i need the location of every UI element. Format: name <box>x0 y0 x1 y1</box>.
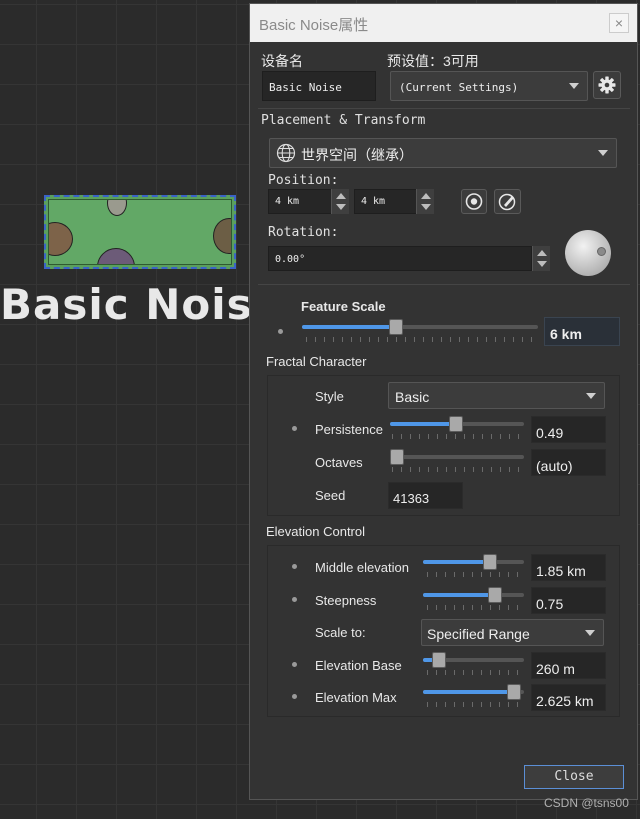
rotation-spinner[interactable] <box>532 246 550 271</box>
slider-track <box>390 455 524 459</box>
persistence-bullet <box>292 426 297 431</box>
style-dropdown[interactable]: Basic <box>388 382 605 409</box>
spin-up-icon[interactable] <box>421 193 431 199</box>
octaves-label: Octaves <box>315 455 363 470</box>
slider-thumb[interactable] <box>390 449 404 465</box>
spin-down-icon[interactable] <box>336 204 346 210</box>
slider-fill <box>423 560 490 564</box>
feature-scale-label: Feature Scale <box>301 299 386 314</box>
middle-elevation-bullet <box>292 564 297 569</box>
slider-ticks <box>392 434 522 439</box>
slider-fill <box>390 422 456 426</box>
elevation-base-bullet <box>292 662 297 667</box>
slider-thumb[interactable] <box>389 319 403 335</box>
target-icon <box>465 193 483 210</box>
scale-to-label: Scale to: <box>315 625 366 640</box>
node-thumbnail <box>48 199 232 265</box>
spin-down-icon[interactable] <box>421 204 431 210</box>
slider-ticks <box>306 337 534 342</box>
space-dropdown-value: 世界空间（继承） <box>301 147 413 163</box>
slider-fill <box>302 325 396 329</box>
position-y-spinner[interactable] <box>416 189 434 214</box>
slider-ticks <box>427 670 523 675</box>
slider-thumb[interactable] <box>483 554 497 570</box>
rotation-dial[interactable] <box>565 230 611 276</box>
preset-dropdown-value: (Current Settings) <box>399 81 519 94</box>
device-name-input[interactable]: Basic Noise <box>262 71 376 101</box>
gear-icon <box>598 76 616 94</box>
octaves-value[interactable]: (auto) <box>531 449 606 476</box>
rotation-label: Rotation: <box>268 225 339 240</box>
style-label: Style <box>315 389 344 404</box>
close-icon[interactable]: × <box>609 13 629 33</box>
steepness-label: Steepness <box>315 593 377 608</box>
elevation-base-value[interactable]: 260 m <box>531 652 606 679</box>
seed-input[interactable]: 41363 <box>388 482 463 509</box>
slider-thumb[interactable] <box>432 652 446 668</box>
middle-elevation-label: Middle elevation <box>315 560 409 575</box>
steepness-value[interactable]: 0.75 <box>531 587 606 614</box>
persistence-value[interactable]: 0.49 <box>531 416 606 443</box>
feature-scale-slider[interactable] <box>302 317 538 343</box>
space-dropdown[interactable]: 世界空间（继承） <box>269 138 617 168</box>
slider-ticks <box>427 702 523 707</box>
octaves-slider[interactable] <box>390 447 524 473</box>
middle-elevation-value[interactable]: 1.85 km <box>531 554 606 581</box>
chevron-down-icon <box>569 83 579 89</box>
style-dropdown-value: Basic <box>395 389 430 405</box>
preset-label: 预设值：3可用 <box>387 53 479 69</box>
elevation-max-bullet <box>292 694 297 699</box>
chevron-down-icon <box>585 629 595 636</box>
chevron-down-icon <box>586 392 596 399</box>
edit-pen-icon <box>498 193 516 211</box>
slider-ticks <box>427 572 523 577</box>
spin-down-icon[interactable] <box>537 261 547 267</box>
slider-fill <box>423 593 495 597</box>
persistence-slider[interactable] <box>390 414 524 440</box>
globe-icon <box>276 143 296 163</box>
feature-scale-input[interactable]: 6 km <box>544 317 620 346</box>
fractal-character-header: Fractal Character <box>266 354 367 369</box>
slider-thumb[interactable] <box>507 684 521 700</box>
slider-fill <box>423 690 514 694</box>
elevation-base-slider[interactable] <box>423 650 524 676</box>
basic-noise-node[interactable] <box>44 195 236 269</box>
elevation-control-header: Elevation Control <box>266 524 365 539</box>
watermark: CSDN @tsns00 <box>544 796 629 810</box>
dialog-titlebar[interactable]: Basic Noise属性 × <box>250 4 637 42</box>
rotation-input[interactable]: 0.00° <box>268 246 532 271</box>
spin-up-icon[interactable] <box>537 250 547 256</box>
elevation-max-slider[interactable] <box>423 682 524 708</box>
placement-transform-header: Placement & Transform <box>261 113 426 128</box>
rotation-dial-handle[interactable] <box>597 247 606 256</box>
pick-position-button[interactable] <box>461 189 487 214</box>
slider-thumb[interactable] <box>488 587 502 603</box>
steepness-slider[interactable] <box>423 585 524 611</box>
elevation-max-value[interactable]: 2.625 km <box>531 684 606 711</box>
elevation-base-label: Elevation Base <box>315 658 402 673</box>
position-label: Position: <box>268 173 339 188</box>
slider-ticks <box>392 467 522 472</box>
elevation-max-label: Elevation Max <box>315 690 397 705</box>
seed-label: Seed <box>315 488 346 503</box>
dialog-title: Basic Noise属性 <box>259 17 369 34</box>
feature-scale-bullet <box>278 329 283 334</box>
preset-settings-button[interactable] <box>593 71 621 99</box>
chevron-down-icon <box>598 150 608 156</box>
position-x-spinner[interactable] <box>331 189 349 214</box>
persistence-label: Persistence <box>315 422 383 437</box>
edit-position-button[interactable] <box>494 189 521 214</box>
device-name-label: 设备名 <box>261 53 303 69</box>
node-label: Basic Noise <box>0 280 283 329</box>
scale-to-dropdown[interactable]: Specified Range <box>421 619 604 646</box>
steepness-bullet <box>292 597 297 602</box>
slider-ticks <box>427 605 523 610</box>
scale-to-dropdown-value: Specified Range <box>427 626 530 642</box>
properties-dialog: Basic Noise属性 × 设备名 预设值：3可用 Basic Noise … <box>249 3 638 800</box>
preset-dropdown[interactable]: (Current Settings) <box>390 71 588 101</box>
close-button[interactable]: Close <box>524 765 624 789</box>
spin-up-icon[interactable] <box>336 193 346 199</box>
slider-thumb[interactable] <box>449 416 463 432</box>
middle-elevation-slider[interactable] <box>423 552 524 578</box>
